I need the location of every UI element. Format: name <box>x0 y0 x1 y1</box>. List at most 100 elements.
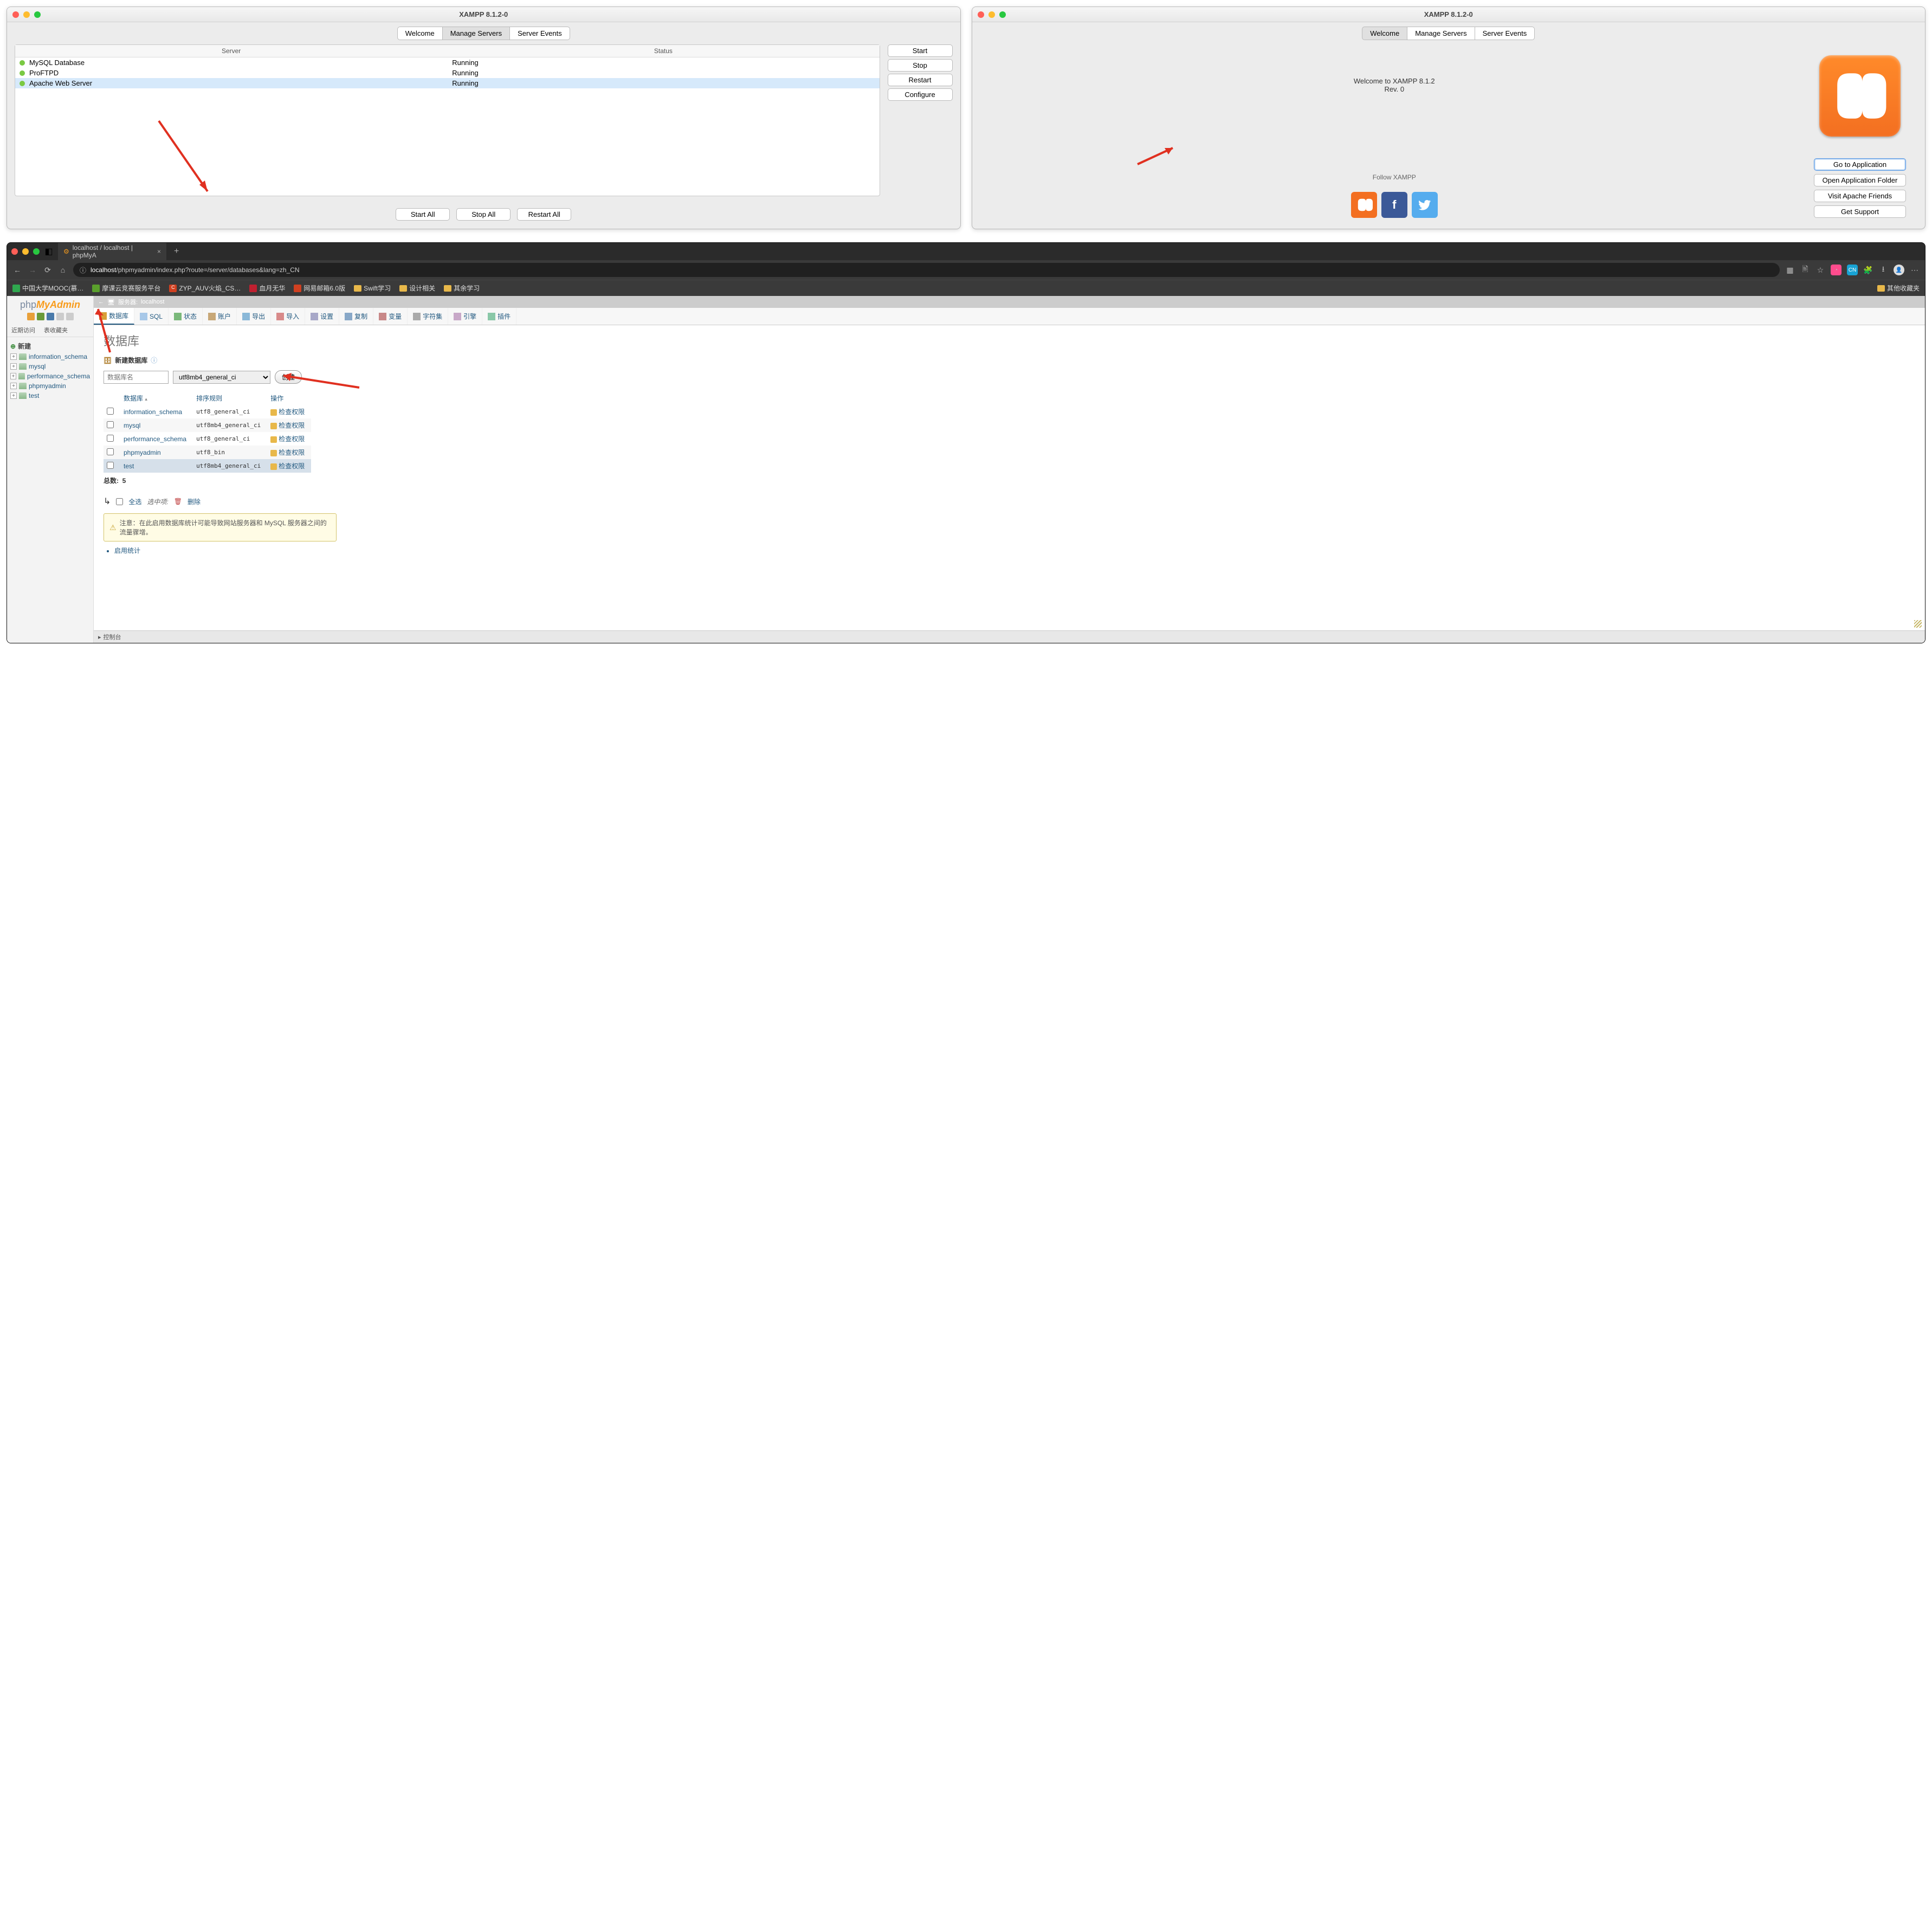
traffic-lights[interactable] <box>11 248 40 255</box>
delete-link[interactable]: 删除 <box>188 497 201 506</box>
maximize-icon[interactable] <box>999 11 1006 18</box>
bookmark-item[interactable]: CZYP_AUV火焰_CS… <box>169 283 241 293</box>
table-row[interactable]: phpmyadmin utf8_bin 检查权限 <box>104 446 311 459</box>
tab-plugins[interactable]: 插件 <box>482 308 516 325</box>
settings-icon[interactable] <box>56 313 64 320</box>
favorites-tab[interactable]: 表收藏夹 <box>40 324 72 337</box>
row-checkbox[interactable] <box>107 408 114 415</box>
db-link[interactable]: mysql <box>124 422 140 429</box>
table-row[interactable]: mysql utf8mb4_general_ci 检查权限 <box>104 418 311 432</box>
table-row[interactable]: test utf8mb4_general_ci 检查权限 <box>104 459 311 473</box>
reload-icon[interactable] <box>66 313 74 320</box>
db-link[interactable]: phpmyadmin <box>124 449 161 456</box>
table-row[interactable]: information_schema utf8_general_ci 检查权限 <box>104 405 311 418</box>
nav-toggle-icon[interactable]: ← <box>98 299 104 305</box>
tab-status[interactable]: 状态 <box>169 308 203 325</box>
tab-settings[interactable]: 设置 <box>305 308 339 325</box>
close-icon[interactable] <box>978 11 984 18</box>
tab-close-icon[interactable]: × <box>157 248 161 255</box>
tab-manage-servers[interactable]: Manage Servers <box>442 27 510 40</box>
configure-button[interactable]: Configure <box>888 88 953 101</box>
tree-db-item[interactable]: + phpmyadmin <box>9 381 91 391</box>
tab-databases[interactable]: 数据库 <box>94 308 134 325</box>
qr-icon[interactable]: ▦ <box>1785 266 1795 275</box>
server-row[interactable]: Apache Web Server Running <box>15 78 880 88</box>
address-bar[interactable]: ⓘ localhost/phpmyadmin/index.php?route=/… <box>73 263 1780 277</box>
logout-icon[interactable] <box>37 313 44 320</box>
reload-icon[interactable]: ⟳ <box>43 266 53 275</box>
server-link[interactable]: localhost <box>141 299 164 305</box>
resize-icon[interactable] <box>1914 620 1922 628</box>
bookmark-item[interactable]: 设计相关 <box>399 283 435 293</box>
visit-friends-button[interactable]: Visit Apache Friends <box>1814 190 1906 202</box>
db-name-input[interactable] <box>104 371 169 384</box>
star-icon[interactable]: ☆ <box>1815 266 1825 275</box>
check-privileges-link[interactable]: 检查权限 <box>279 422 305 429</box>
home-icon[interactable]: ⌂ <box>58 266 68 274</box>
check-privileges-link[interactable]: 检查权限 <box>279 408 305 416</box>
avatar-icon[interactable]: 👤 <box>1894 265 1904 275</box>
table-row[interactable]: performance_schema utf8_general_ci 检查权限 <box>104 432 311 446</box>
expand-icon[interactable]: + <box>10 363 17 370</box>
info-icon[interactable]: ⓘ <box>80 266 86 275</box>
tab-server-events[interactable]: Server Events <box>1475 27 1535 40</box>
expand-icon[interactable]: + <box>10 392 17 399</box>
xampp-social-icon[interactable] <box>1351 192 1377 218</box>
collation-select[interactable]: utf8mb4_general_ci <box>173 371 270 384</box>
translate-icon[interactable]: 🖹 <box>1800 263 1810 276</box>
stop-all-button[interactable]: Stop All <box>456 208 511 221</box>
tab-sql[interactable]: SQL <box>134 308 169 325</box>
expand-icon[interactable]: + <box>10 383 17 389</box>
puzzle-icon[interactable]: 🧩 <box>1863 266 1873 275</box>
tab-replication[interactable]: 复制 <box>339 308 373 325</box>
traffic-lights[interactable] <box>12 11 41 18</box>
menu-icon[interactable]: ⋯ <box>1910 266 1920 275</box>
col-collation[interactable]: 排序规则 <box>193 391 267 405</box>
tab-accounts[interactable]: 账户 <box>203 308 237 325</box>
bookmark-item[interactable]: 其余学习 <box>444 283 480 293</box>
other-bookmarks[interactable]: 其他收藏夹 <box>1877 283 1920 293</box>
forward-icon[interactable]: → <box>28 266 37 274</box>
recent-tab[interactable]: 近期访问 <box>7 324 40 337</box>
stop-button[interactable]: Stop <box>888 59 953 72</box>
row-checkbox[interactable] <box>107 421 114 428</box>
home-icon[interactable] <box>27 313 35 320</box>
get-support-button[interactable]: Get Support <box>1814 205 1906 218</box>
browser-tab[interactable]: ⚙ localhost / localhost | phpMyA × <box>58 242 166 262</box>
bookmark-item[interactable]: Swift学习 <box>354 283 391 293</box>
twitter-icon[interactable] <box>1412 192 1438 218</box>
db-link[interactable]: information_schema <box>124 408 182 416</box>
maximize-icon[interactable] <box>33 248 40 255</box>
bookmark-item[interactable]: 血月无华 <box>249 283 285 293</box>
tab-welcome[interactable]: Welcome <box>397 27 443 40</box>
restart-all-button[interactable]: Restart All <box>517 208 571 221</box>
ext1-icon[interactable]: ◔ <box>1831 265 1841 275</box>
bookmark-item[interactable]: 网易邮箱6.0版 <box>294 283 345 293</box>
minimize-icon[interactable] <box>22 248 29 255</box>
close-icon[interactable] <box>11 248 18 255</box>
check-privileges-link[interactable]: 检查权限 <box>279 435 305 443</box>
tab-manage-servers[interactable]: Manage Servers <box>1407 27 1475 40</box>
start-button[interactable]: Start <box>888 44 953 57</box>
check-all-link[interactable]: 全选 <box>128 497 141 506</box>
traffic-lights[interactable] <box>978 11 1006 18</box>
tree-db-item[interactable]: + test <box>9 391 91 401</box>
tree-db-item[interactable]: + mysql <box>9 362 91 371</box>
sidebar-toggle-icon[interactable]: ◧ <box>44 246 54 257</box>
tab-variables[interactable]: 变量 <box>373 308 408 325</box>
open-folder-button[interactable]: Open Application Folder <box>1814 174 1906 186</box>
download-icon[interactable]: ⭳ <box>1878 263 1888 276</box>
tab-export[interactable]: 导出 <box>237 308 271 325</box>
console-toggle-icon[interactable]: ▸ <box>98 634 101 641</box>
new-tab-button[interactable]: + <box>171 247 182 256</box>
col-database[interactable]: 数据库 ▴ <box>120 391 193 405</box>
db-link[interactable]: test <box>124 462 134 470</box>
bookmark-item[interactable]: 中国大学MOOC(慕… <box>12 283 83 293</box>
tab-welcome[interactable]: Welcome <box>1362 27 1407 40</box>
tree-new-db[interactable]: ⊕ 新建 <box>9 340 91 352</box>
tab-charsets[interactable]: 字符集 <box>408 308 448 325</box>
go-to-application-button[interactable]: Go to Application <box>1814 158 1906 171</box>
row-checkbox[interactable] <box>107 462 114 469</box>
facebook-icon[interactable]: f <box>1381 192 1407 218</box>
help-icon[interactable]: ⓘ <box>151 356 157 365</box>
